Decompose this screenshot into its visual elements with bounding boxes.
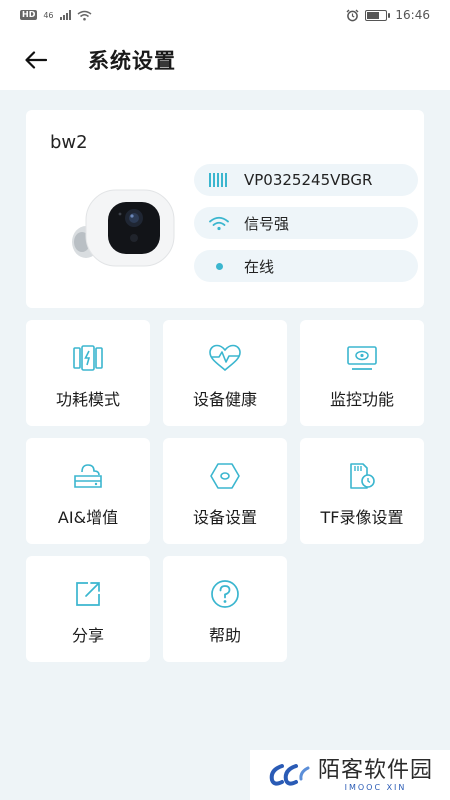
tile-device-health[interactable]: 设备健康 [163,320,287,426]
tile-ai-value-added[interactable]: AI&增值 [26,438,150,544]
page-title: 系统设置 [88,49,176,73]
help-icon [210,578,240,610]
monitor-icon [346,342,378,374]
hexagon-settings-icon [209,460,241,492]
online-pill: 在线 [194,250,418,282]
cloud-storage-icon [72,460,104,492]
battery-icon [365,9,391,21]
power-mode-icon [73,342,103,374]
watermark-logo-icon [269,764,310,786]
signal-pill: 信号强 [194,207,418,239]
tile-label: AI&增值 [57,508,119,527]
tile-share[interactable]: 分享 [26,556,150,662]
tile-label: 设备健康 [192,390,257,409]
tile-label: TF录像设置 [320,508,404,527]
app-header: 系统设置 [0,30,450,90]
tile-power-mode[interactable]: 功耗模式 [26,320,150,426]
watermark-text: 陌客软件园 IMOOC XIN [318,757,434,792]
tile-label: 设备设置 [192,508,257,527]
status-bar: HD 46 16:46 [0,0,450,30]
camera-image [72,189,175,267]
device-name: bw2 [50,132,88,153]
online-dot-icon [208,262,230,270]
watermark: 陌客软件园 IMOOC XIN [250,750,450,800]
wifi-icon [208,216,230,231]
tile-label: 监控功能 [329,390,394,409]
back-button[interactable] [14,38,58,82]
watermark-sub: IMOOC XIN [344,782,407,792]
wifi-status-icon [77,10,91,20]
tile-device-settings[interactable]: 设备设置 [163,438,287,544]
signal-strength: 信号强 [244,214,290,233]
signal-icon [59,10,71,20]
clock: 16:46 [395,8,430,22]
hd-badge: HD [20,10,38,20]
status-bar-right: 16:46 [346,8,430,22]
tile-label: 分享 [71,626,104,645]
online-status: 在线 [244,257,275,276]
heart-pulse-icon [208,342,242,374]
watermark-main: 陌客软件园 [318,757,434,783]
alarm-icon [346,9,359,21]
tile-label: 功耗模式 [55,390,120,409]
tile-tf-recording[interactable]: TF录像设置 [300,438,424,544]
network-type: 46 [43,10,54,20]
barcode-icon [208,173,230,187]
tile-monitoring[interactable]: 监控功能 [300,320,424,426]
tile-label: 帮助 [208,626,241,645]
device-card: bw2 VP0325245VBGR 信号强 在线 [26,110,424,308]
tile-help[interactable]: 帮助 [163,556,287,662]
serial-pill: VP0325245VBGR [194,164,418,196]
serial-number: VP0325245VBGR [244,171,373,189]
share-icon [74,578,102,610]
sd-card-icon [347,460,377,492]
back-arrow-icon [25,51,47,69]
status-bar-left: HD 46 [20,10,92,21]
